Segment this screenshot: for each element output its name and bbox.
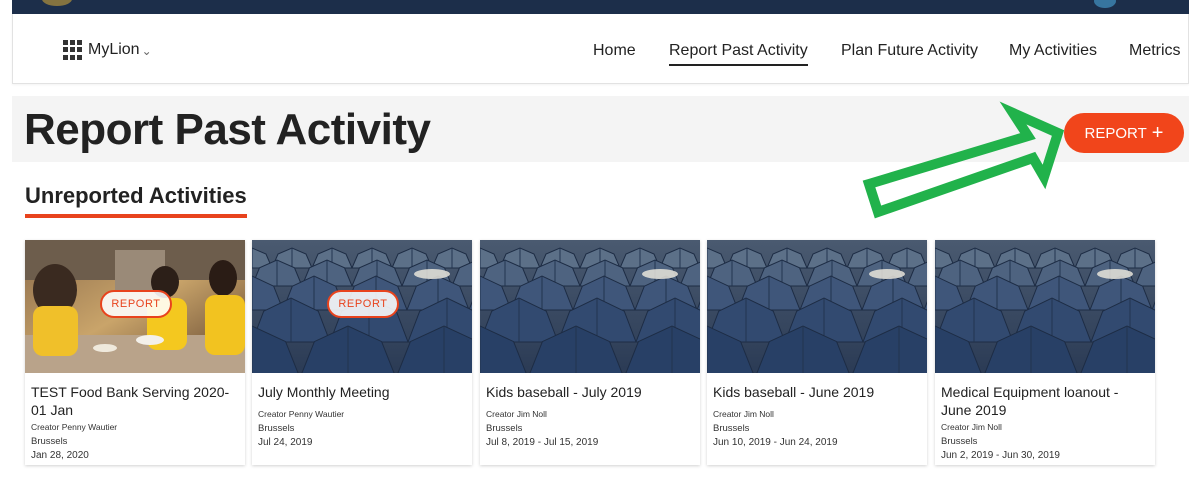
report-badge-button[interactable]: REPORT (100, 290, 172, 318)
activity-date: Jun 2, 2019 - Jun 30, 2019 (941, 450, 1060, 461)
report-button-label: REPORT (1084, 124, 1147, 142)
activity-creator: Creator Jim Noll (941, 422, 1002, 432)
app-grid-icon (63, 40, 83, 60)
nav-home[interactable]: Home (593, 42, 636, 60)
activity-creator: Creator Penny Wautier (258, 409, 345, 419)
page-title: Report Past Activity (24, 105, 431, 154)
app-name: MyLion (88, 41, 140, 58)
activity-title: Kids baseball - July 2019 (486, 384, 642, 400)
activity-date: Jan 28, 2020 (31, 450, 89, 461)
activity-title: Medical Equipment loanout - June 2019 (941, 384, 1119, 418)
activity-card[interactable]: REPORT July Monthly Meeting Creator Penny … (252, 240, 472, 465)
activity-creator: Creator Jim Noll (486, 409, 547, 419)
top-band (12, 0, 1189, 14)
avatar-partial (1094, 0, 1116, 8)
section-underline (25, 214, 247, 218)
report-badge-button[interactable]: REPORT (327, 290, 399, 318)
nav-my-activities[interactable]: My Activities (1009, 42, 1097, 60)
activity-location: Brussels (713, 423, 750, 434)
activity-creator: Creator Jim Noll (713, 409, 774, 419)
nav-plan-future-activity[interactable]: Plan Future Activity (841, 42, 978, 60)
activity-date: Jun 10, 2019 - Jun 24, 2019 (713, 437, 838, 448)
activity-image (707, 240, 927, 373)
activity-card[interactable]: Kids baseball - June 2019 Creator Jim Nol… (707, 240, 927, 465)
lions-logo-partial (42, 0, 72, 6)
activity-image: REPORT (25, 240, 245, 373)
nav-report-past-activity[interactable]: Report Past Activity (669, 42, 808, 66)
activity-location: Brussels (941, 436, 978, 447)
activity-image: REPORT (252, 240, 472, 373)
report-button[interactable]: REPORT + (1064, 113, 1184, 153)
plus-icon: + (1151, 122, 1164, 144)
app-launcher[interactable]: MyLion ⌄ (63, 40, 152, 60)
activity-creator: Creator Penny Wautier (31, 422, 118, 432)
activity-image (935, 240, 1155, 373)
activity-date: Jul 8, 2019 - Jul 15, 2019 (486, 437, 599, 448)
activity-date: Jul 24, 2019 (258, 437, 313, 448)
activity-title: Kids baseball - June 2019 (713, 384, 875, 400)
activity-location: Brussels (486, 423, 523, 434)
activity-location: Brussels (31, 436, 68, 447)
activity-card[interactable]: REPORT TEST Food Bank Serving 2020-01 Jan… (25, 240, 245, 465)
activity-card[interactable]: Medical Equipment loanout - June 2019 Cre… (935, 240, 1155, 465)
activity-title: July Monthly Meeting (258, 384, 390, 400)
chevron-down-icon: ⌄ (141, 44, 152, 58)
activity-image (480, 240, 700, 373)
section-title: Unreported Activities (25, 183, 247, 208)
activity-title: TEST Food Bank Serving 2020-01 Jan (31, 384, 230, 418)
activity-location: Brussels (258, 423, 295, 434)
activity-card[interactable]: Kids baseball - July 2019 Creator Jim Nol… (480, 240, 700, 465)
top-navigation-bar: MyLion ⌄ Home Report Past Activity Plan … (12, 14, 1189, 84)
nav-metrics[interactable]: Metrics (1129, 42, 1181, 60)
